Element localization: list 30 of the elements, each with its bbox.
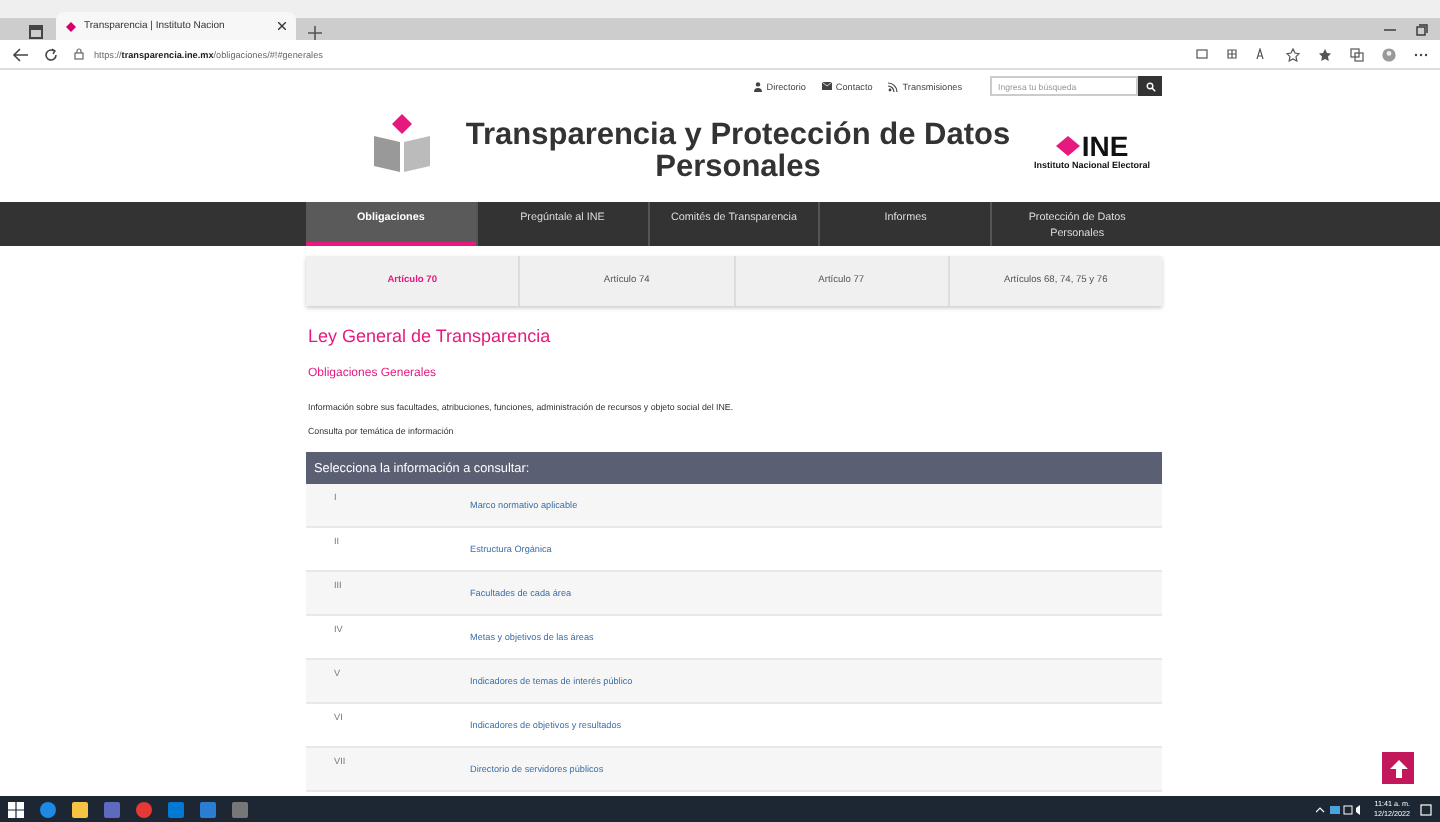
- star-icon[interactable]: [1286, 47, 1300, 61]
- grid-icon[interactable]: [1226, 48, 1238, 60]
- refresh-icon[interactable]: [44, 47, 58, 61]
- broadcast-icon: [888, 81, 899, 91]
- person-icon: [754, 81, 763, 91]
- windows-start-icon[interactable]: [8, 801, 24, 817]
- diamond-icon: [66, 21, 76, 31]
- favorites-icon[interactable]: [1318, 47, 1332, 61]
- screen-icon[interactable]: [1196, 48, 1208, 60]
- open-book-logo: [370, 110, 434, 174]
- arrow-up-icon: [1389, 759, 1407, 777]
- section-heading: Ley General de Transparencia: [308, 326, 553, 346]
- profile-icon[interactable]: [1382, 47, 1396, 61]
- collections-icon[interactable]: [1350, 47, 1364, 61]
- new-tab-icon[interactable]: [308, 26, 322, 40]
- notification-icon[interactable]: [1420, 803, 1432, 815]
- lock-icon[interactable]: [74, 48, 84, 60]
- close-icon[interactable]: [278, 22, 286, 30]
- tray-icons[interactable]: [1316, 803, 1364, 815]
- scroll-top-button[interactable]: [1382, 752, 1414, 784]
- restore-icon[interactable]: [1416, 23, 1428, 35]
- search-button[interactable]: [1138, 76, 1162, 96]
- read-aloud-icon[interactable]: [1256, 48, 1268, 60]
- minimize-icon[interactable]: [1384, 23, 1396, 35]
- tab-actions-icon[interactable]: [28, 24, 44, 40]
- envelope-icon: [821, 82, 832, 90]
- more-icon[interactable]: [1414, 51, 1428, 57]
- site-title: Transparencia y Protección de Datos Personales: [463, 116, 1013, 184]
- back-icon[interactable]: [12, 47, 28, 61]
- search-icon: [1145, 81, 1155, 91]
